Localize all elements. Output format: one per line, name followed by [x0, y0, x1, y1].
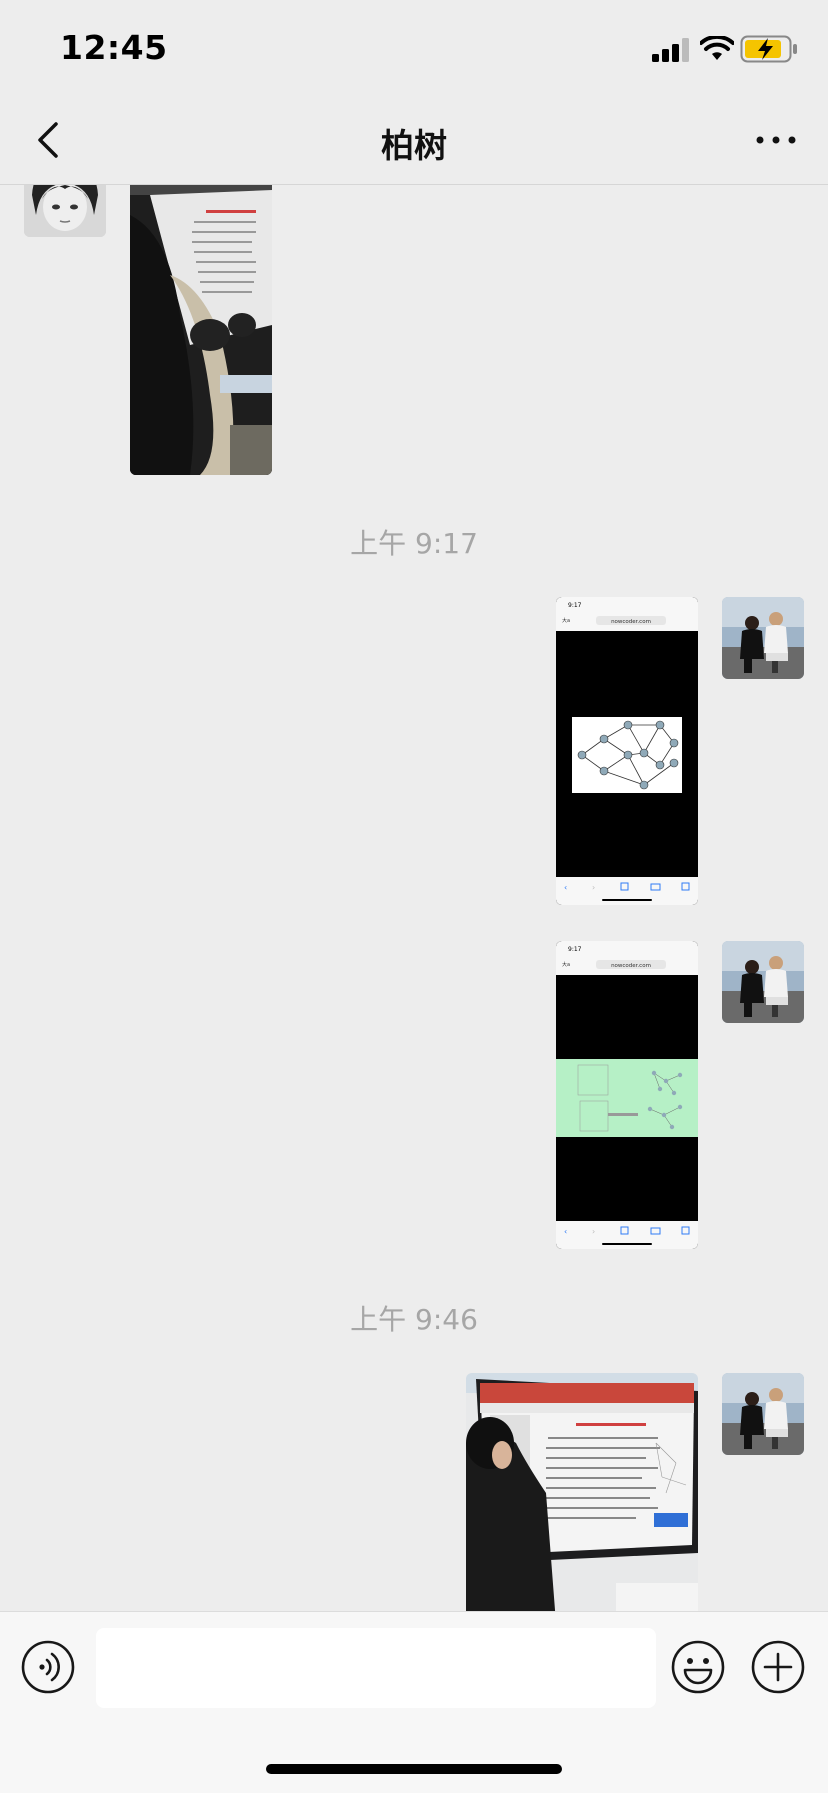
status-time: 12:45: [60, 28, 168, 67]
screenshot-url: nowcoder.com: [611, 963, 651, 969]
battery-icon: [740, 35, 797, 63]
screenshot-time: 9:17: [568, 602, 582, 609]
timestamp: 上午 9:46: [350, 1303, 478, 1336]
more-icon: [756, 136, 796, 144]
more-button[interactable]: [748, 112, 804, 168]
chat-title: 柏树: [381, 126, 447, 165]
svg-text:›: ›: [592, 1227, 595, 1236]
my-avatar[interactable]: [722, 941, 804, 1023]
plus-icon: [751, 1640, 805, 1694]
received-photo[interactable]: [130, 185, 272, 475]
svg-text:›: ›: [592, 883, 595, 892]
nav-bar: 柏树: [0, 94, 828, 185]
wifi-icon: [700, 36, 734, 60]
message-input[interactable]: [96, 1628, 656, 1708]
chat-area[interactable]: 上午 9:17 9:17 大a nowcoder.com ‹ › 9:17 大a…: [0, 185, 828, 1611]
voice-button[interactable]: [20, 1639, 76, 1695]
emoji-icon: [671, 1640, 725, 1694]
my-avatar[interactable]: [722, 597, 804, 679]
screenshot-time: 9:17: [568, 946, 582, 953]
sent-photo[interactable]: [466, 1373, 698, 1611]
sent-screenshot[interactable]: 9:17 大a nowcoder.com ‹ ›: [556, 597, 698, 905]
screenshot-aa: 大a: [562, 617, 570, 624]
timestamp: 上午 9:17: [350, 527, 478, 560]
sent-screenshot[interactable]: 9:17 大a nowcoder.com ‹ ›: [556, 941, 698, 1249]
contact-avatar[interactable]: [24, 185, 106, 237]
svg-text:‹: ‹: [564, 883, 567, 892]
screenshot-url: nowcoder.com: [611, 619, 651, 625]
signal-icon: [652, 38, 689, 62]
status-bar: 12:45: [0, 0, 828, 94]
plus-button[interactable]: [750, 1639, 806, 1695]
emoji-button[interactable]: [670, 1639, 726, 1695]
home-indicator: [266, 1764, 562, 1774]
screenshot-aa: 大a: [562, 961, 570, 968]
voice-icon: [21, 1640, 75, 1694]
svg-text:‹: ‹: [564, 1227, 567, 1236]
my-avatar[interactable]: [722, 1373, 804, 1455]
